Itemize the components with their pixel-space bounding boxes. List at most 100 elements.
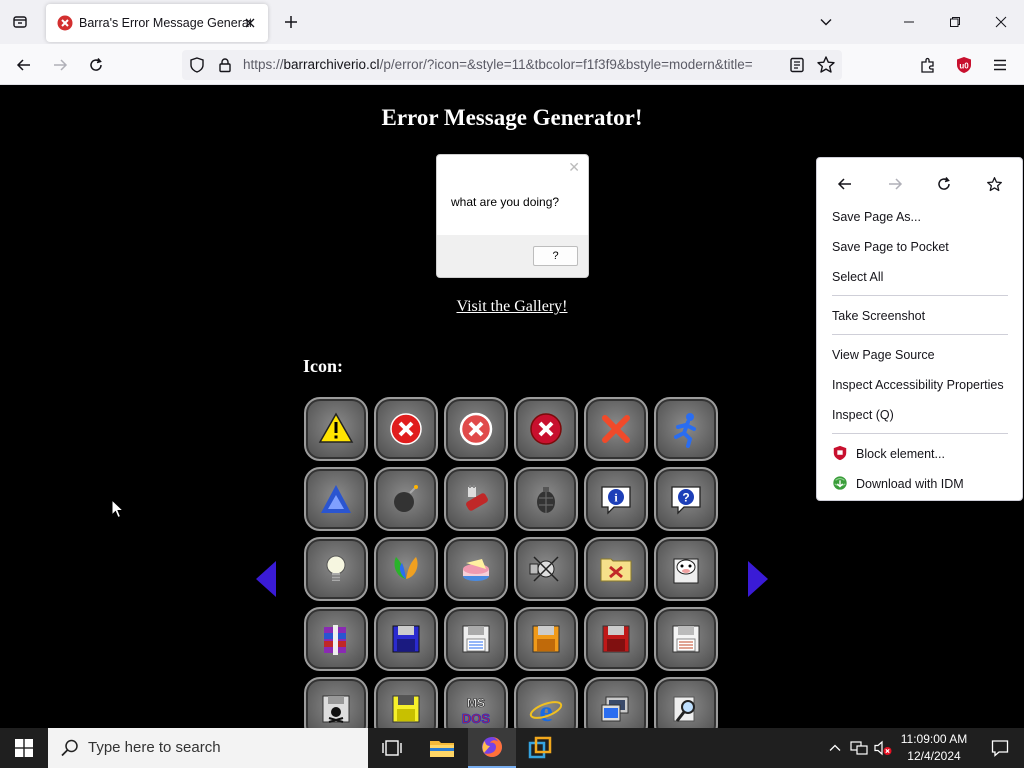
firefox-taskbar-icon[interactable] — [468, 728, 516, 768]
taskbar-clock[interactable]: 11:09:00 AM 12/4/2024 — [896, 731, 972, 765]
reload-icon[interactable] — [82, 51, 110, 79]
volume-muted-icon[interactable] — [873, 738, 893, 758]
network-icon[interactable] — [849, 738, 869, 758]
maximize-icon[interactable] — [932, 0, 978, 44]
icon-option[interactable]: ? — [654, 467, 718, 531]
magnifier-icon — [673, 696, 695, 722]
url-path: /p/error/?icon=&style=11&tbcolor=f1f3f9&… — [379, 57, 753, 72]
icon-option[interactable] — [654, 607, 718, 671]
icon-option[interactable] — [654, 677, 718, 728]
search-placeholder: Type here to search — [88, 739, 221, 756]
icon-option[interactable] — [374, 397, 438, 461]
floppy-skull-icon — [322, 695, 350, 723]
icon-option[interactable] — [654, 537, 718, 601]
icon-option[interactable] — [304, 537, 368, 601]
icon-option[interactable] — [304, 397, 368, 461]
lock-icon[interactable] — [216, 56, 234, 74]
svg-text:MS: MS — [467, 696, 485, 710]
context-reload-icon[interactable] — [932, 172, 956, 196]
menu-block-element[interactable]: Block element... — [817, 441, 1022, 467]
icon-section-label: Icon: — [303, 356, 343, 376]
icon-option[interactable] — [514, 537, 578, 601]
menu-take-screenshot[interactable]: Take Screenshot — [817, 303, 1022, 329]
menu-save-page-as[interactable]: Save Page As... — [817, 204, 1022, 230]
icon-option[interactable] — [444, 607, 508, 671]
menu-select-all[interactable]: Select All — [817, 264, 1022, 290]
icon-option[interactable]: MS DOS — [444, 677, 508, 728]
icon-option[interactable] — [304, 467, 368, 531]
icon-option[interactable] — [444, 537, 508, 601]
menu-inspect-accessibility[interactable]: Inspect Accessibility Properties — [817, 372, 1022, 398]
warning-icon — [318, 412, 354, 443]
hamburger-menu-icon[interactable] — [987, 52, 1013, 78]
back-arrow-icon[interactable] — [10, 51, 38, 79]
menu-download-idm[interactable]: Download with IDM — [817, 471, 1022, 497]
icon-option[interactable] — [584, 397, 648, 461]
icon-option[interactable] — [374, 607, 438, 671]
grenade-icon — [537, 487, 555, 513]
dialog-footer: ? — [437, 235, 588, 277]
show-hidden-icons-chevron-up-icon[interactable] — [825, 738, 845, 758]
icon-option[interactable] — [304, 677, 368, 728]
minimize-icon[interactable] — [886, 0, 932, 44]
chevron-down-icon[interactable] — [814, 10, 838, 34]
running-man-icon — [674, 413, 696, 448]
next-icons-arrow-icon[interactable] — [748, 561, 768, 597]
context-menu: Save Page As... Save Page to Pocket Sele… — [816, 157, 1023, 501]
close-window-icon[interactable] — [978, 0, 1024, 44]
tracking-protection-shield-icon[interactable] — [188, 56, 206, 74]
dialog-button[interactable]: ? — [533, 246, 578, 266]
icon-option[interactable] — [584, 537, 648, 601]
icon-option[interactable] — [374, 677, 438, 728]
tab-title: Barra's Error Message Generator — [79, 16, 251, 30]
icon-option[interactable] — [514, 467, 578, 531]
menu-separator — [832, 295, 1008, 296]
icon-option[interactable] — [654, 397, 718, 461]
question-bubble-icon: ? — [671, 486, 701, 515]
error-favicon-icon — [57, 15, 73, 31]
lightbulb-icon — [326, 555, 346, 581]
list-all-tabs-icon[interactable] — [8, 10, 32, 34]
ublock-origin-icon[interactable]: u0 — [951, 52, 977, 78]
url-bar[interactable]: https://barrarchiverio.cl/p/error/?icon=… — [182, 50, 842, 80]
search-icon — [61, 739, 78, 757]
error-x-dark-icon — [530, 413, 562, 445]
context-forward-icon[interactable] — [883, 172, 907, 196]
menu-save-to-pocket[interactable]: Save Page to Pocket — [817, 234, 1022, 260]
new-tab-icon[interactable] — [279, 10, 303, 34]
icon-option[interactable] — [584, 677, 648, 728]
bookmark-star-icon[interactable] — [816, 55, 836, 75]
context-back-icon[interactable] — [833, 172, 857, 196]
icon-option[interactable]: i — [584, 467, 648, 531]
taskbar-search-box[interactable]: Type here to search — [48, 728, 368, 768]
svg-text:e: e — [539, 695, 552, 728]
forward-arrow-icon[interactable] — [46, 51, 74, 79]
icon-option[interactable] — [374, 537, 438, 601]
icon-option[interactable] — [444, 397, 508, 461]
menu-separator — [832, 334, 1008, 335]
notifications-icon[interactable] — [976, 728, 1024, 768]
file-explorer-icon[interactable] — [418, 728, 466, 768]
windows-start-icon[interactable] — [0, 728, 48, 768]
reader-view-icon[interactable] — [788, 56, 806, 74]
icon-option[interactable] — [584, 607, 648, 671]
icon-option[interactable] — [514, 607, 578, 671]
url-text[interactable]: https://barrarchiverio.cl/p/error/?icon=… — [243, 57, 781, 72]
icon-option[interactable] — [514, 397, 578, 461]
menu-view-page-source[interactable]: View Page Source — [817, 342, 1022, 368]
app-taskbar-icon[interactable] — [516, 728, 564, 768]
active-tab[interactable]: Barra's Error Message Generator — [46, 4, 268, 42]
icon-option[interactable] — [304, 607, 368, 671]
previous-icons-arrow-icon[interactable] — [256, 561, 276, 597]
plug-icon — [466, 485, 488, 511]
icon-option[interactable] — [374, 467, 438, 531]
icon-option[interactable] — [444, 467, 508, 531]
tab-close-icon[interactable] — [242, 15, 258, 31]
context-bookmark-star-icon[interactable] — [982, 172, 1006, 196]
extensions-puzzle-icon[interactable] — [915, 52, 941, 78]
icon-option[interactable]: e — [514, 677, 578, 728]
menu-inspect[interactable]: Inspect (Q) — [817, 402, 1022, 428]
floppy-orange-icon — [532, 625, 560, 653]
winrar-icon — [324, 625, 346, 655]
task-view-icon[interactable] — [368, 728, 416, 768]
